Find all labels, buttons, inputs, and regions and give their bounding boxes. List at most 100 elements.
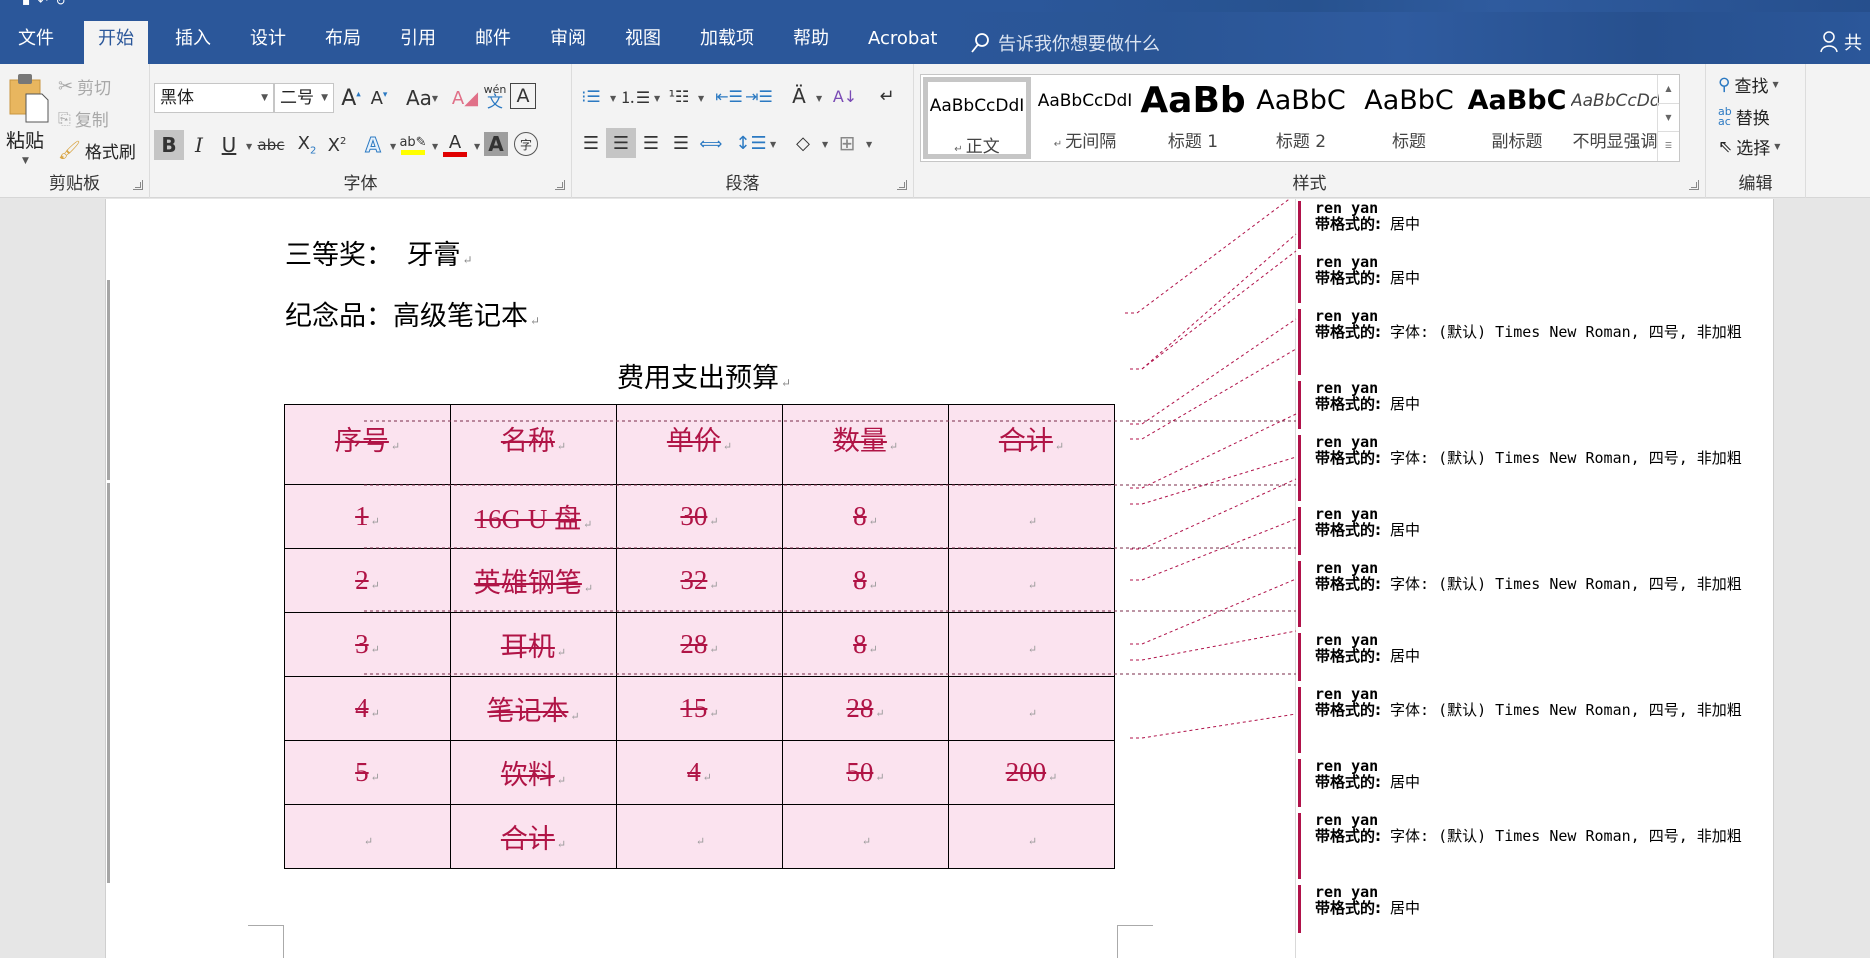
styles-dialog-launcher[interactable] <box>1689 180 1699 190</box>
find-button[interactable]: ⚲ 查找 ▼ <box>1718 72 1779 98</box>
revision-balloon[interactable]: ren yan 带格式的: 字体: (默认) Times New Roman, 四… <box>1298 813 1758 879</box>
borders-dropdown-icon[interactable]: ▼ <box>866 140 872 149</box>
bullets-dropdown-icon[interactable]: ▼ <box>610 94 616 103</box>
decrease-indent-button[interactable]: ⇤☰ <box>714 81 744 111</box>
table-cell[interactable]: 30 ↵ <box>616 484 783 549</box>
header-cell[interactable]: 单价 ↵ <box>616 404 783 485</box>
strikethrough-button[interactable]: abc <box>254 130 288 160</box>
copy-button[interactable]: ⎘ 复制 <box>58 106 109 132</box>
clear-formatting-button[interactable]: A◢ <box>450 83 480 113</box>
table-cell[interactable]: ↵ <box>616 804 783 869</box>
multilevel-dropdown-icon[interactable]: ▼ <box>698 94 704 103</box>
paste-dropdown-icon[interactable]: ▼ <box>22 156 29 166</box>
revision-balloon[interactable]: ren yan 带格式的: 居中 <box>1298 381 1758 429</box>
table-cell[interactable]: 8 ↵ <box>782 548 949 613</box>
styles-scroll-down[interactable]: ▼ <box>1658 104 1679 133</box>
style-subtitle[interactable]: AaBbC 副标题 <box>1463 77 1571 159</box>
table-cell[interactable]: ↵ <box>948 676 1115 741</box>
paste-button[interactable]: 粘贴 ▼ <box>6 72 50 172</box>
table-cell[interactable]: ↵ <box>948 612 1115 677</box>
table-cell[interactable]: 合计 ↵ <box>450 804 617 869</box>
paragraph-dialog-launcher[interactable] <box>897 180 907 190</box>
tell-me-search[interactable]: 告诉我你想要做什么 <box>970 30 1160 56</box>
quick-access-toolbar[interactable]: ▪ ↶ ↻ <box>22 0 66 8</box>
asian-layout-button[interactable]: Ä <box>784 81 814 111</box>
enclose-characters-button[interactable]: 字 <box>514 132 538 156</box>
style-no-spacing[interactable]: AaBbCcDdI ↵ 无间隔 <box>1031 77 1139 159</box>
font-name-combo[interactable]: 黑体 ▼ <box>154 83 274 113</box>
revision-balloon[interactable]: ren yan 带格式的: 字体: (默认) Times New Roman, 四… <box>1298 435 1758 501</box>
show-marks-button[interactable]: ↵ <box>872 81 902 111</box>
paragraph-third-prize[interactable]: 三等奖： 牙膏 ↵ <box>285 233 473 272</box>
format-painter-button[interactable]: 🖌 格式刷 <box>58 138 136 163</box>
style-heading-2[interactable]: AaBbC 标题 2 <box>1247 77 1355 159</box>
justify-button[interactable]: ☰ <box>666 128 696 158</box>
header-cell[interactable]: 合计 ↵ <box>948 404 1115 485</box>
multilevel-list-button[interactable]: ¹☷ <box>664 81 694 111</box>
table-cell[interactable]: 英雄钢笔 ↵ <box>450 548 617 613</box>
select-button[interactable]: ⇖ 选择 ▼ <box>1718 134 1780 160</box>
character-shading-button[interactable]: A <box>484 132 508 156</box>
table-cell[interactable]: 4 ↵ <box>284 676 451 741</box>
table-cell[interactable]: 16G U 盘 ↵ <box>450 484 617 549</box>
cut-button[interactable]: ✂ 剪切 <box>58 74 111 99</box>
table-cell[interactable]: 4 ↵ <box>616 740 783 805</box>
tab-references[interactable]: 引用 <box>386 21 450 64</box>
table-cell[interactable]: 2 ↵ <box>284 548 451 613</box>
revision-balloon[interactable]: ren yan 带格式的: 字体: (默认) Times New Roman, 四… <box>1298 687 1758 753</box>
table-cell[interactable]: 15 ↵ <box>616 676 783 741</box>
superscript-button[interactable]: X2 <box>322 130 352 160</box>
table-cell[interactable]: ↵ <box>948 548 1115 613</box>
styles-scroll-up[interactable]: ▲ <box>1658 75 1679 104</box>
table-cell[interactable]: 1 ↵ <box>284 484 451 549</box>
style-heading-1[interactable]: AaBb 标题 1 <box>1139 77 1247 159</box>
table-cell[interactable]: 饮料 ↵ <box>450 740 617 805</box>
font-dialog-launcher[interactable] <box>555 180 565 190</box>
highlight-dropdown-icon[interactable]: ▼ <box>432 142 438 151</box>
style-normal[interactable]: AaBbCcDdI ↵ 正文 <box>923 77 1031 159</box>
tab-design[interactable]: 设计 <box>236 21 300 64</box>
distributed-button[interactable]: ⟺ <box>696 128 726 158</box>
bold-button[interactable]: B <box>154 130 184 160</box>
table-cell[interactable]: 50 ↵ <box>782 740 949 805</box>
table-cell[interactable]: 200 ↵ <box>948 740 1115 805</box>
font-color-button[interactable]: A <box>440 130 470 160</box>
tab-mailings[interactable]: 邮件 <box>461 21 525 64</box>
italic-button[interactable]: I <box>184 130 214 160</box>
tab-home[interactable]: 开始 <box>84 21 148 64</box>
sort-button[interactable]: A↓ <box>830 81 860 111</box>
table-cell[interactable]: ↵ <box>782 804 949 869</box>
change-case-button[interactable]: Aa ▼ <box>402 83 442 113</box>
highlight-button[interactable]: ab✎ <box>398 130 428 160</box>
numbering-button[interactable]: ⒈☰ <box>620 81 650 111</box>
shading-dropdown-icon[interactable]: ▼ <box>822 140 828 149</box>
revision-balloon[interactable]: ren yan 带格式的: 居中 <box>1298 255 1758 303</box>
grow-font-button[interactable]: A▴ <box>336 83 366 113</box>
character-border-button[interactable]: A <box>510 83 536 109</box>
table-cell[interactable]: 3 ↵ <box>284 612 451 677</box>
underline-button[interactable]: U <box>214 130 244 160</box>
revision-balloon[interactable]: ren yan 带格式的: 居中 <box>1298 759 1758 807</box>
line-spacing-button[interactable]: ↕☰ <box>735 128 766 158</box>
tab-view[interactable]: 视图 <box>611 21 675 64</box>
paragraph-souvenir[interactable]: 纪念品：高级笔记本 ↵ <box>285 294 540 333</box>
table-cell[interactable]: ↵ <box>948 804 1115 869</box>
bullets-button[interactable]: ⁝☰ <box>576 81 606 111</box>
table-cell[interactable]: ↵ <box>948 484 1115 549</box>
revision-balloon[interactable]: ren yan 带格式的: 居中 <box>1298 633 1758 681</box>
table-cell[interactable]: ↵ <box>284 804 451 869</box>
clipboard-dialog-launcher[interactable] <box>133 180 143 190</box>
numbering-dropdown-icon[interactable]: ▼ <box>654 94 660 103</box>
shrink-font-button[interactable]: A▾ <box>364 83 394 113</box>
tab-review[interactable]: 审阅 <box>536 21 600 64</box>
text-effects-button[interactable]: A <box>358 130 388 160</box>
revision-balloon[interactable]: ren yan 带格式的: 居中 <box>1298 885 1758 933</box>
table-cell[interactable]: 耳机 ↵ <box>450 612 617 677</box>
table-cell[interactable]: 5 ↵ <box>284 740 451 805</box>
phonetic-guide-button[interactable]: wén 文 <box>480 81 510 111</box>
subscript-button[interactable]: X2 <box>292 130 322 160</box>
tab-layout[interactable]: 布局 <box>311 21 375 64</box>
table-cell[interactable]: 32 ↵ <box>616 548 783 613</box>
revision-balloon[interactable]: ren yan 带格式的: 字体: (默认) Times New Roman, 四… <box>1298 309 1758 375</box>
increase-indent-button[interactable]: ⇥☰ <box>744 81 774 111</box>
